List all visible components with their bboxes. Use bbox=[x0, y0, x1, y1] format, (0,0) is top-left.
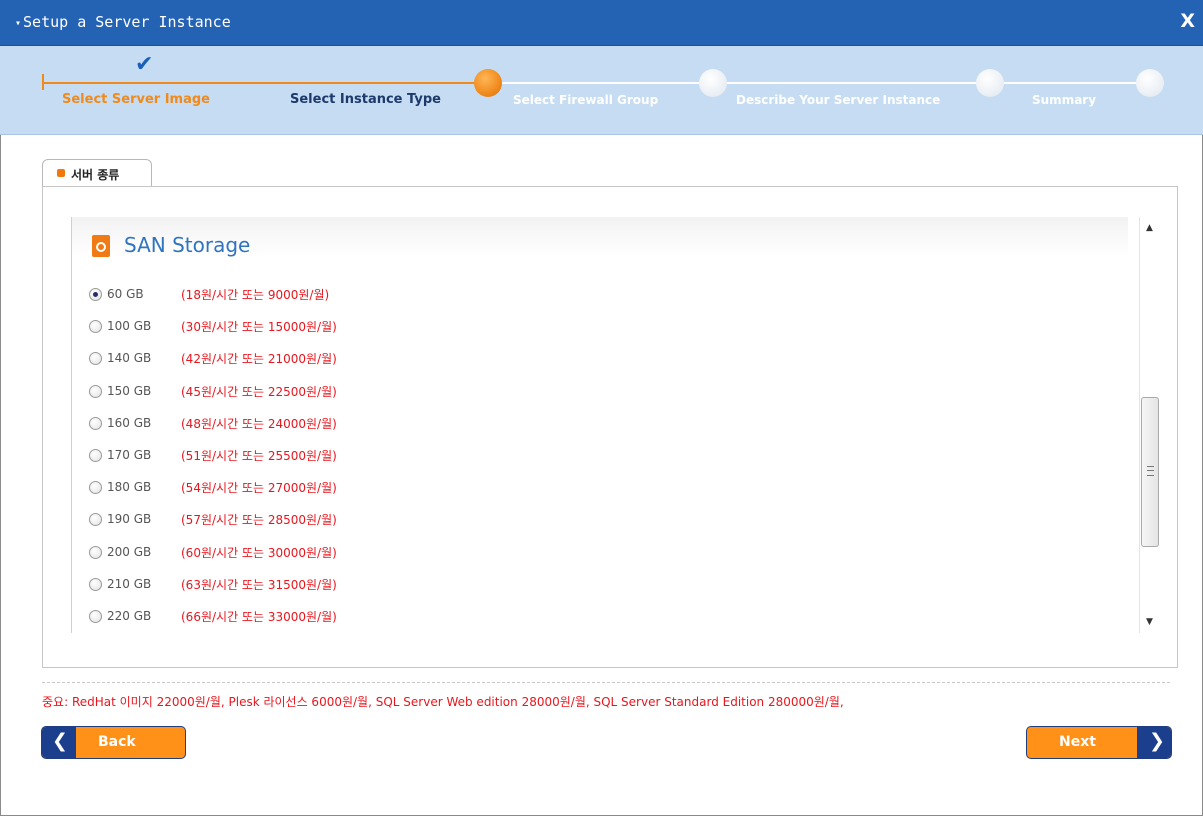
collapse-arrow-icon[interactable]: ▾ bbox=[15, 18, 21, 29]
title-bar: ▾ Setup a Server Instance X bbox=[0, 0, 1203, 46]
window-title: ▾ Setup a Server Instance bbox=[15, 13, 231, 31]
step-marker-firewall bbox=[699, 69, 727, 97]
pricing-notice: 중요: RedHat 이미지 22000원/월, Plesk 라이선스 6000… bbox=[42, 695, 844, 709]
storage-size: 100 GB bbox=[107, 319, 152, 334]
step-summary: Summary bbox=[1032, 93, 1097, 107]
window-title-text: Setup a Server Instance bbox=[23, 13, 231, 31]
progress-line-remaining bbox=[487, 82, 1151, 84]
disk-icon bbox=[92, 235, 110, 257]
next-cap: ❯ bbox=[1137, 727, 1171, 758]
storage-price: (66원/시간 또는 33000원/월) bbox=[181, 610, 337, 624]
radio-button[interactable] bbox=[89, 449, 102, 462]
storage-title: SAN Storage bbox=[124, 233, 251, 257]
radio-button[interactable] bbox=[89, 545, 102, 559]
storage-size: 210 GB bbox=[107, 576, 152, 591]
vertical-scrollbar[interactable]: ▲ ▼ bbox=[1139, 217, 1162, 633]
step-select-instance-type: Select Instance Type bbox=[290, 92, 441, 107]
scroll-down-arrow-icon[interactable]: ▼ bbox=[1146, 617, 1153, 627]
scroll-up-arrow-icon[interactable]: ▲ bbox=[1146, 223, 1153, 233]
storage-price: (51원/시간 또는 25500원/월) bbox=[181, 449, 337, 463]
storage-size: 170 GB bbox=[107, 448, 152, 462]
radio-button[interactable] bbox=[89, 577, 102, 591]
step-marker-summary bbox=[1136, 69, 1164, 97]
close-icon[interactable]: X bbox=[1180, 10, 1195, 32]
step-select-firewall-group: Select Firewall Group bbox=[513, 93, 659, 107]
storage-size: 160 GB bbox=[107, 415, 152, 430]
storage-price: (45원/시간 또는 22500원/월) bbox=[181, 384, 337, 399]
tab-label: 서버 종류 bbox=[71, 168, 120, 182]
storage-size: 220 GB bbox=[107, 609, 152, 623]
next-button[interactable]: Next ❯ bbox=[1026, 726, 1172, 759]
storage-price: (18원/시간 또는 9000원/월) bbox=[181, 288, 330, 302]
storage-price: (57원/시간 또는 28500원/월) bbox=[181, 513, 337, 528]
progress-start-tick bbox=[42, 74, 44, 90]
back-button[interactable]: ❮ Back bbox=[41, 726, 186, 759]
radio-button[interactable] bbox=[89, 416, 102, 430]
next-label: Next bbox=[1059, 734, 1096, 750]
progress-line-complete bbox=[42, 82, 487, 84]
back-label: Back bbox=[98, 734, 136, 750]
storage-size: 190 GB bbox=[107, 512, 152, 527]
storage-price: (54원/시간 또는 27000원/월) bbox=[181, 481, 337, 496]
step-marker-current bbox=[474, 69, 502, 97]
checkmark-icon: ✔ bbox=[135, 52, 154, 77]
tab-server-type[interactable]: 서버 종류 bbox=[42, 159, 152, 188]
divider bbox=[42, 682, 1170, 683]
storage-size: 200 GB bbox=[107, 544, 152, 559]
chevron-left-icon: ❮ bbox=[52, 730, 68, 752]
storage-price: (63원/시간 또는 31500원/월) bbox=[181, 577, 337, 592]
radio-button[interactable] bbox=[89, 384, 102, 398]
step-marker-describe bbox=[976, 69, 1004, 97]
server-type-panel: SAN Storage 60 GB (18원/시간 또는 9000원/월) 100 … bbox=[42, 186, 1178, 668]
storage-price: (30원/시간 또는 15000원/월) bbox=[181, 320, 337, 335]
tab-bullet-icon bbox=[57, 169, 65, 177]
radio-button[interactable] bbox=[89, 610, 102, 623]
storage-size: 60 GB bbox=[107, 287, 144, 301]
step-select-server-image[interactable]: Select Server Image bbox=[62, 92, 210, 107]
step-describe-server-instance: Describe Your Server Instance bbox=[736, 93, 941, 107]
grip-icon bbox=[1147, 466, 1154, 476]
storage-size: 150 GB bbox=[107, 383, 152, 398]
chevron-right-icon: ❯ bbox=[1149, 730, 1165, 752]
storage-price: (42원/시간 또는 21000원/월) bbox=[181, 352, 337, 367]
storage-size: 180 GB bbox=[107, 480, 152, 495]
scrollbar-thumb[interactable] bbox=[1141, 397, 1159, 547]
storage-price: (48원/시간 또는 24000원/월) bbox=[181, 416, 337, 431]
radio-button[interactable] bbox=[89, 288, 102, 301]
storage-size: 140 GB bbox=[107, 351, 152, 366]
storage-price: (60원/시간 또는 30000원/월) bbox=[181, 545, 337, 560]
wizard-step-bar: ✔ Select Server Image Select Instance Ty… bbox=[0, 46, 1203, 135]
back-cap: ❮ bbox=[42, 727, 76, 758]
